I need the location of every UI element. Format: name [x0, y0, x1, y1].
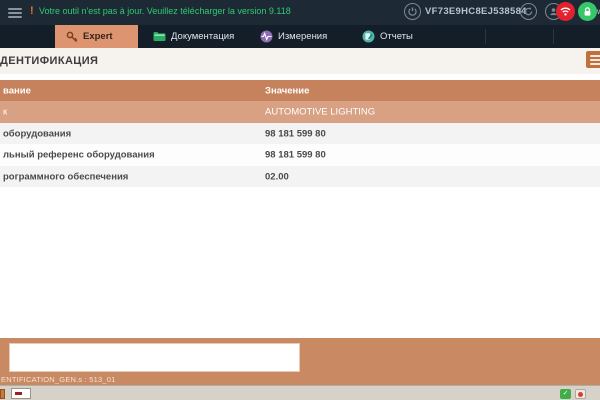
- table-row[interactable]: оборудования 98 181 599 80: [0, 123, 600, 144]
- taskbar-app-icon[interactable]: [11, 388, 31, 399]
- vehicle-vin: VF73E9HC8EJ538584: [425, 6, 527, 17]
- tab-label: Измерения: [278, 31, 327, 42]
- lock-status-icon[interactable]: [578, 2, 597, 21]
- tray-green-icon[interactable]: ✓: [560, 389, 571, 399]
- row-label: оборудования: [3, 128, 71, 139]
- row-label: льный референс оборудования: [3, 150, 155, 161]
- report-pencil-icon: [362, 30, 375, 43]
- top-bar: ! Votre outil n'est pas à jour. Veuillez…: [0, 0, 600, 25]
- wifi-status-icon[interactable]: [556, 2, 575, 21]
- page-title: ДЕНТИФИКАЦИЯ: [0, 55, 98, 67]
- row-value: 98 181 599 80: [265, 150, 326, 161]
- tab-bar: Expert Документация Измерения Отчеты: [0, 25, 600, 48]
- tab-label: Документация: [171, 31, 234, 42]
- row-value: 02.00: [265, 171, 289, 182]
- table-row[interactable]: льный референс оборудования 98 181 599 8…: [0, 144, 600, 166]
- tab-expert[interactable]: Expert: [55, 25, 138, 48]
- warning-exclamation-icon: !: [30, 5, 34, 17]
- table-header-row: вание Значение: [0, 80, 600, 101]
- tab-label: Отчеты: [380, 31, 413, 42]
- context-menu-button[interactable]: [586, 51, 600, 68]
- column-header-name: вание: [3, 85, 31, 96]
- update-warning-text[interactable]: Votre outil n'est pas à jour. Veuillez t…: [39, 6, 291, 16]
- taskbar-clipped-icon[interactable]: [0, 389, 5, 399]
- key-icon: [65, 30, 78, 43]
- taskbar: ✓: [0, 385, 600, 400]
- tab-divider: [485, 29, 486, 44]
- tab-divider: [553, 29, 554, 44]
- tab-documentation[interactable]: Документация: [143, 25, 247, 48]
- page-title-bar: ДЕНТИФИКАЦИЯ: [0, 48, 600, 74]
- waveform-icon: [260, 30, 273, 43]
- tab-reports[interactable]: Отчеты: [352, 25, 436, 48]
- row-label: рограммного обеспечения: [3, 171, 128, 182]
- table-row[interactable]: рограммного обеспечения 02.00: [0, 166, 600, 187]
- row-value: AUTOMOTIVE LIGHTING: [265, 107, 375, 118]
- footer-band: ENTIFICATION_GEN.s : 513_01: [0, 338, 600, 385]
- diagnostic-app-window: ! Votre outil n'est pas à jour. Veuillez…: [0, 0, 600, 400]
- tab-label: Expert: [83, 31, 113, 42]
- row-label: к: [3, 107, 7, 118]
- tray-red-icon[interactable]: [575, 389, 586, 399]
- footer-input[interactable]: [9, 343, 300, 372]
- folder-icon: [153, 30, 166, 43]
- refresh-icon[interactable]: [520, 3, 537, 20]
- power-icon[interactable]: [404, 3, 421, 20]
- tab-measurements[interactable]: Измерения: [250, 25, 350, 48]
- identification-table: вание Значение к AUTOMOTIVE LIGHTING обо…: [0, 80, 600, 187]
- status-script-text: ENTIFICATION_GEN.s : 513_01: [1, 375, 115, 384]
- menu-hamburger-icon[interactable]: [8, 6, 22, 19]
- table-row[interactable]: к AUTOMOTIVE LIGHTING: [0, 101, 600, 123]
- column-header-value: Значение: [265, 85, 309, 96]
- row-value: 98 181 599 80: [265, 128, 326, 139]
